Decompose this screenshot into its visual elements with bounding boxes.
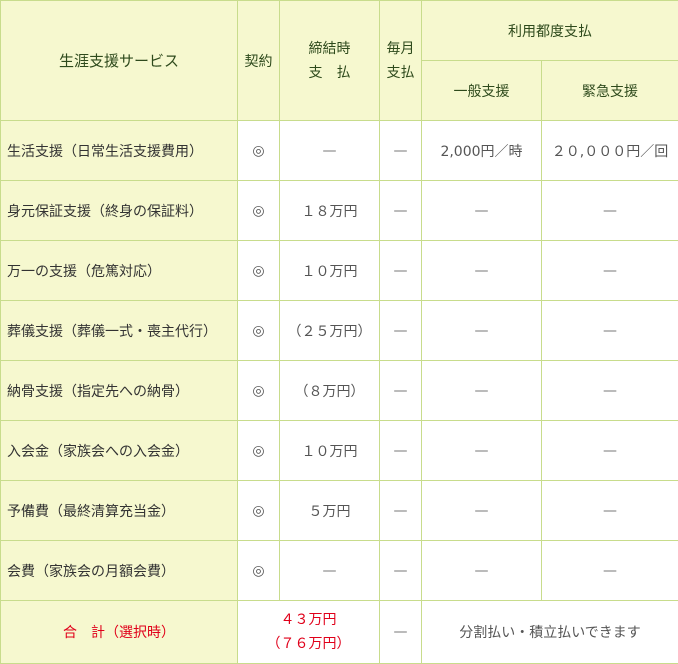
general-fee: — (422, 241, 542, 301)
total-amount-line2: （７６万円） (238, 632, 379, 656)
table-row: 予備費（最終清算充当金） ◎ ５万円 — — — (1, 481, 678, 541)
general-fee: — (422, 361, 542, 421)
monthly-fee: — (380, 541, 422, 601)
monthly-fee: — (380, 361, 422, 421)
emergency-fee: — (542, 481, 678, 541)
contract-mark: ◎ (238, 481, 280, 541)
service-name: 納骨支援（指定先への納骨） (1, 361, 238, 421)
fee-table: 生涯支援サービス 契約 締結時 支 払 毎月 支払 利用都度支払 一般支援 緊急… (0, 0, 678, 664)
contract-mark: ◎ (238, 241, 280, 301)
header-monthly-line2: 支払 (380, 61, 421, 85)
emergency-fee: — (542, 541, 678, 601)
signing-fee: （２５万円） (280, 301, 380, 361)
header-signing-line2: 支 払 (280, 61, 379, 85)
signing-fee: １０万円 (280, 421, 380, 481)
contract-mark: ◎ (238, 301, 280, 361)
table-row: 入会金（家族会への入会金） ◎ １０万円 — — — (1, 421, 678, 481)
header-signing: 締結時 支 払 (280, 1, 380, 121)
monthly-fee: — (380, 241, 422, 301)
total-amount: ４３万円 （７６万円） (238, 601, 380, 664)
emergency-fee: ２０,０００円／回 (542, 121, 678, 181)
table-row: 生活支援（日常生活支援費用） ◎ — — 2,000円／時 ２０,０００円／回 (1, 121, 678, 181)
table-row: 葬儀支援（葬儀一式・喪主代行） ◎ （２５万円） — — — (1, 301, 678, 361)
header-monthly-line1: 毎月 (380, 37, 421, 61)
table-row: 身元保証支援（終身の保証料） ◎ １８万円 — — — (1, 181, 678, 241)
table-row: 会費（家族会の月額会費） ◎ — — — — (1, 541, 678, 601)
general-fee: — (422, 301, 542, 361)
emergency-fee: — (542, 361, 678, 421)
total-row: 合 計（選択時） ４３万円 （７６万円） — 分割払い・積立払いできます (1, 601, 678, 664)
contract-mark: ◎ (238, 541, 280, 601)
contract-mark: ◎ (238, 421, 280, 481)
signing-fee: １０万円 (280, 241, 380, 301)
monthly-fee: — (380, 181, 422, 241)
table-row: 納骨支援（指定先への納骨） ◎ （８万円） — — — (1, 361, 678, 421)
header-per-use: 利用都度支払 (422, 1, 678, 61)
header-emergency: 緊急支援 (542, 61, 678, 121)
service-name: 入会金（家族会への入会金） (1, 421, 238, 481)
general-fee: — (422, 421, 542, 481)
signing-fee: （８万円） (280, 361, 380, 421)
emergency-fee: — (542, 181, 678, 241)
service-name: 万一の支援（危篤対応） (1, 241, 238, 301)
general-fee: — (422, 481, 542, 541)
signing-fee: ５万円 (280, 481, 380, 541)
monthly-fee: — (380, 481, 422, 541)
emergency-fee: — (542, 301, 678, 361)
total-monthly: — (380, 601, 422, 664)
monthly-fee: — (380, 421, 422, 481)
service-name: 予備費（最終清算充当金） (1, 481, 238, 541)
contract-mark: ◎ (238, 361, 280, 421)
general-fee: — (422, 541, 542, 601)
contract-mark: ◎ (238, 181, 280, 241)
signing-fee: １８万円 (280, 181, 380, 241)
service-name: 葬儀支援（葬儀一式・喪主代行） (1, 301, 238, 361)
service-name: 身元保証支援（終身の保証料） (1, 181, 238, 241)
header-row-1: 生涯支援サービス 契約 締結時 支 払 毎月 支払 利用都度支払 (1, 1, 678, 61)
signing-fee: — (280, 541, 380, 601)
general-fee: 2,000円／時 (422, 121, 542, 181)
general-fee: — (422, 181, 542, 241)
emergency-fee: — (542, 241, 678, 301)
emergency-fee: — (542, 421, 678, 481)
total-amount-line1: ４３万円 (238, 608, 379, 632)
monthly-fee: — (380, 121, 422, 181)
service-name: 生活支援（日常生活支援費用） (1, 121, 238, 181)
header-general: 一般支援 (422, 61, 542, 121)
header-monthly: 毎月 支払 (380, 1, 422, 121)
total-label: 合 計（選択時） (1, 601, 238, 664)
contract-mark: ◎ (238, 121, 280, 181)
signing-fee: — (280, 121, 380, 181)
header-contract: 契約 (238, 1, 280, 121)
header-service: 生涯支援サービス (1, 1, 238, 121)
service-name: 会費（家族会の月額会費） (1, 541, 238, 601)
payment-note: 分割払い・積立払いできます (422, 601, 678, 664)
table-row: 万一の支援（危篤対応） ◎ １０万円 — — — (1, 241, 678, 301)
header-signing-line1: 締結時 (280, 37, 379, 61)
monthly-fee: — (380, 301, 422, 361)
